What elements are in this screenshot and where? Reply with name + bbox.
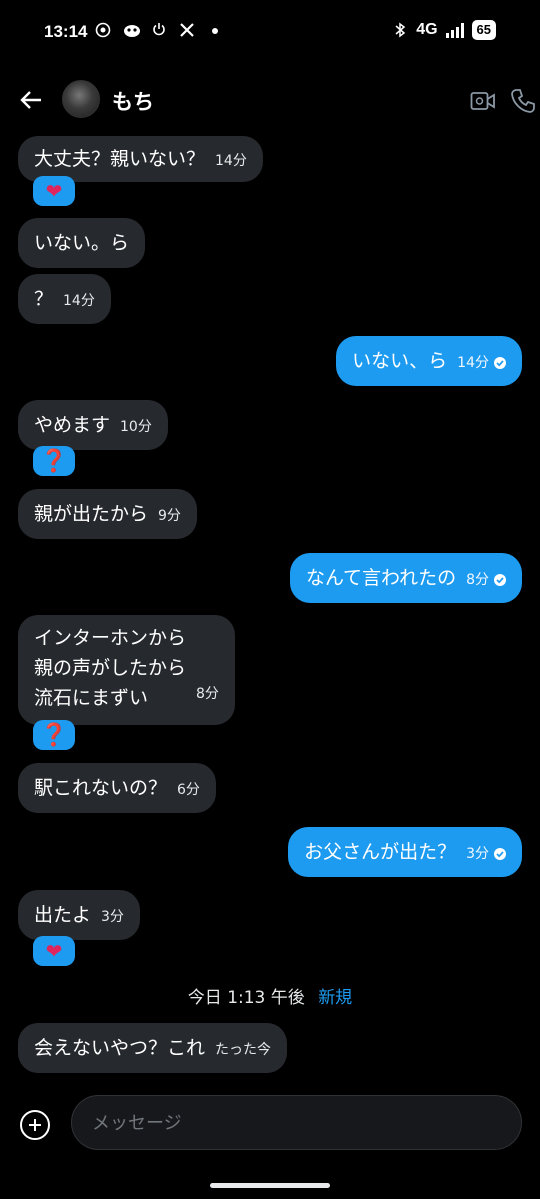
more-dot-icon [207,22,223,38]
message-bubble-outgoing[interactable]: なんて言われたの 8分 [289,553,522,603]
read-check-icon [494,848,506,860]
voice-call-button[interactable] [510,88,536,114]
add-attachment-button[interactable] [20,1110,50,1140]
message-input[interactable] [90,1096,494,1151]
reaction-question[interactable]: ❓ [33,720,75,750]
reaction-heart[interactable]: ❤ [33,936,75,966]
signal-icon [445,22,464,38]
app-notification-icon [123,22,140,38]
heart-icon: ❤ [45,939,63,963]
status-time: 13:14 [44,22,88,41]
message-bubble-incoming[interactable]: 駅これないの？ 6分 [18,763,216,813]
question-mark-icon: ❓ [40,448,68,474]
battery-icon: 65 [471,20,496,40]
power-icon [151,22,167,38]
x-logo-icon [179,22,195,38]
back-button[interactable] [18,86,46,114]
home-indicator[interactable] [210,1183,330,1188]
message-bubble-incoming[interactable]: インターホンから 親の声がしたから 流石にまずい 8分 [18,615,235,725]
message-bubble-incoming[interactable]: 出たよ 3分 [18,890,140,940]
message-bubble-outgoing[interactable]: いない、ら 14分 [336,336,522,386]
read-check-icon [494,574,506,586]
notification-icons [95,22,223,38]
video-call-button[interactable] [470,90,496,112]
video-camera-icon [470,92,495,110]
message-composer [71,1095,522,1151]
network-label: 4G [416,21,438,38]
read-check-icon [494,357,506,369]
phone-icon [511,89,535,113]
heart-icon: ❤ [45,179,63,203]
status-bar: 13:14 4G 65 [0,0,540,66]
reaction-heart[interactable]: ❤ [33,176,75,206]
message-bubble-incoming[interactable]: やめます 10分 [18,400,168,450]
bluetooth-icon [392,22,408,38]
conversation-header: もち [0,70,540,134]
arrow-left-icon [20,91,41,109]
contact-name[interactable]: もち [112,86,154,116]
avatar[interactable] [62,80,100,118]
message-bubble-incoming[interactable]: 会えないやつ？これ たった今 [18,1023,288,1073]
question-mark-icon: ❓ [40,722,68,748]
reaction-question[interactable]: ❓ [33,446,75,476]
message-bubble-outgoing[interactable]: お父さんが出た？ 3分 [288,827,522,877]
message-bubble-incoming[interactable]: ？ 14分 [18,274,111,324]
new-messages-divider: 今日 1:13 午後 新規 [187,988,353,1008]
message-bubble-incoming[interactable]: 親が出たから 9分 [18,489,197,539]
hotspot-icon [95,22,111,38]
message-bubble-incoming[interactable]: いない。ら [18,218,146,268]
status-right: 4G 65 [392,20,496,40]
